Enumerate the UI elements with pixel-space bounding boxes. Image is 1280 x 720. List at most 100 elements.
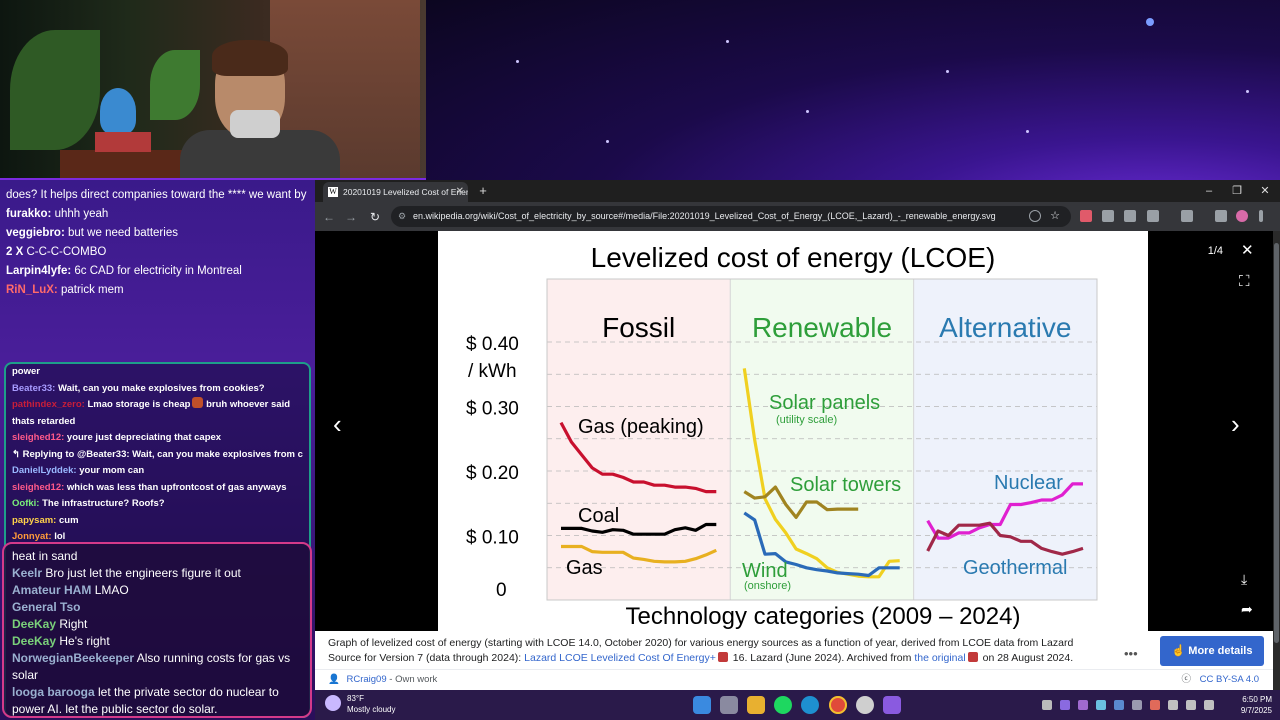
chat-username[interactable]: Keelr <box>12 566 42 580</box>
download-button[interactable]: ⤓ <box>1241 571 1247 588</box>
chrome-icon[interactable] <box>829 696 847 714</box>
file-explorer-icon[interactable] <box>747 696 765 714</box>
extension-icon[interactable] <box>1080 210 1092 222</box>
minimize-button[interactable]: – <box>1195 182 1223 200</box>
chat-username[interactable]: General Tso <box>12 600 80 614</box>
image-caption: Graph of levelized cost of energy (start… <box>315 631 1273 690</box>
windows-start-icon[interactable] <box>693 696 711 714</box>
caption-archive-text: 16. Lazard (June 2024). Archived from <box>732 652 912 664</box>
back-button[interactable]: ← <box>319 207 339 227</box>
chat-text: uhhh yeah <box>54 208 109 220</box>
plant <box>150 50 200 120</box>
volume-icon[interactable] <box>1186 700 1196 710</box>
original-link[interactable]: the original <box>914 652 965 664</box>
spotify-icon[interactable] <box>774 696 792 714</box>
new-tab-button[interactable]: + <box>475 182 491 200</box>
extension-icon[interactable] <box>1102 210 1114 222</box>
page-scrollbar[interactable] <box>1273 231 1280 690</box>
chat-username[interactable]: DanielLyddek: <box>12 465 77 476</box>
chat-username[interactable]: looga barooga <box>12 685 95 699</box>
tray-app-icon[interactable] <box>1078 700 1088 710</box>
chat-username[interactable]: furakko: <box>6 208 51 220</box>
app-icon[interactable] <box>883 696 901 714</box>
series-label: Solar panels <box>769 392 880 414</box>
extension-icon[interactable] <box>1124 210 1136 222</box>
chat-username[interactable]: Oofki: <box>12 498 39 509</box>
tray-app-icon[interactable] <box>1060 700 1070 710</box>
tray-app-icon[interactable] <box>1114 700 1124 710</box>
forward-button[interactable]: → <box>341 207 361 227</box>
chat-overlay: does? It helps direct companies toward t… <box>0 180 315 720</box>
series-label: Coal <box>578 505 619 527</box>
maximize-button[interactable]: ❐ <box>1223 182 1251 200</box>
wikipedia-icon: W <box>328 187 338 197</box>
chat-username[interactable]: sleighed12: <box>12 482 64 493</box>
chat-username[interactable]: NorwegianBeekeeper <box>12 651 134 665</box>
chat-username[interactable]: DeeKay <box>12 634 56 648</box>
license-link[interactable]: CC BY-SA 4.0 <box>1200 670 1259 690</box>
caption-text: Graph of levelized cost of energy (start… <box>328 636 1128 666</box>
share-button[interactable]: ➦ <box>1241 601 1253 618</box>
chat-username[interactable]: veggiebro: <box>6 227 65 239</box>
tray-chevron-icon[interactable] <box>1042 700 1052 710</box>
category-header: Fossil <box>602 312 675 343</box>
chat-text: patrick mem <box>60 284 124 296</box>
chat-username[interactable]: Jonnyat: <box>12 531 52 542</box>
more-options-button[interactable]: ••• <box>1124 646 1138 661</box>
chat-message: veggiebro: but we need batteries <box>6 224 309 243</box>
chat-text: lol <box>54 531 66 542</box>
chat-username[interactable]: RiN_LuX: <box>6 284 58 296</box>
chat-username[interactable]: pathindex_zero: <box>12 399 85 410</box>
chat-username[interactable]: 2 X <box>6 246 23 258</box>
tab-close-icon[interactable]: ✕ <box>456 182 464 202</box>
chat-message: General Tso <box>12 599 302 616</box>
zoom-icon[interactable] <box>1029 210 1041 222</box>
microphone <box>230 110 280 138</box>
menu-kebab-icon[interactable] <box>1259 210 1263 222</box>
pdf-icon <box>967 652 978 662</box>
battery-icon[interactable] <box>1204 700 1214 710</box>
network-icon[interactable] <box>1168 700 1178 710</box>
next-image-button[interactable]: › <box>1231 409 1240 440</box>
profile-avatar[interactable] <box>1236 210 1248 222</box>
steam-icon[interactable] <box>1132 700 1142 710</box>
extensions-puzzle-icon[interactable] <box>1147 210 1159 222</box>
series-note: (utility scale) <box>776 414 837 426</box>
more-details-button[interactable]: ☝ More details <box>1160 636 1264 666</box>
chat-username[interactable]: DeeKay <box>12 617 56 631</box>
chat-panel-bottom: heat in sand Keelr Bro just let the engin… <box>2 542 312 718</box>
pdf-icon <box>717 652 728 662</box>
bookmark-star-icon[interactable]: ☆ <box>1049 210 1061 222</box>
site-info-icon[interactable]: ⚙ <box>398 206 406 227</box>
tab-active[interactable]: W 20201019 Levelized Cost of Energy ✕ <box>323 182 468 202</box>
tray-app-icon[interactable] <box>1096 700 1106 710</box>
weather-widget[interactable]: 83°F Mostly cloudy <box>325 693 395 715</box>
y-tick-label: $ 0.30 <box>466 399 519 420</box>
sidebar-icon[interactable] <box>1181 210 1193 222</box>
chat-message: NorwegianBeekeeper Also running costs fo… <box>12 650 302 684</box>
chat-username[interactable]: papysam: <box>12 515 56 526</box>
star <box>1026 130 1029 133</box>
reload-button[interactable]: ↻ <box>365 207 385 227</box>
edge-icon[interactable] <box>801 696 819 714</box>
clock[interactable]: 6:50 PM 9/7/2025 <box>1241 694 1272 716</box>
chat-text: heat in sand <box>12 549 78 563</box>
close-viewer-button[interactable]: ✕ <box>1241 241 1254 259</box>
url-field[interactable]: ⚙ en.wikipedia.org/wiki/Cost_of_electric… <box>391 206 1071 227</box>
chat-username[interactable]: Amateur HAM <box>12 583 91 597</box>
previous-image-button[interactable]: ‹ <box>333 409 342 440</box>
screen: does? It helps direct companies toward t… <box>0 0 1280 720</box>
obs-icon[interactable] <box>856 696 874 714</box>
author-link[interactable]: RCraig09 <box>346 674 386 685</box>
tab-search-icon[interactable] <box>1215 210 1227 222</box>
lazard-link[interactable]: Lazard LCOE Levelized Cost Of Energy+ <box>524 652 716 664</box>
chat-text: youre just depreciating that capex <box>66 432 222 443</box>
scrollbar-thumb[interactable] <box>1274 243 1279 643</box>
tray-app-icon[interactable] <box>1150 700 1160 710</box>
chat-username[interactable]: sleighed12: <box>12 432 64 443</box>
chat-username[interactable]: Larpin4lyfe: <box>6 265 71 277</box>
fullscreen-button[interactable]: ⛶ <box>1239 273 1250 290</box>
task-view-icon[interactable] <box>720 696 738 714</box>
close-window-button[interactable]: ✕ <box>1251 182 1279 200</box>
chat-username[interactable]: Beater33: <box>12 383 55 394</box>
